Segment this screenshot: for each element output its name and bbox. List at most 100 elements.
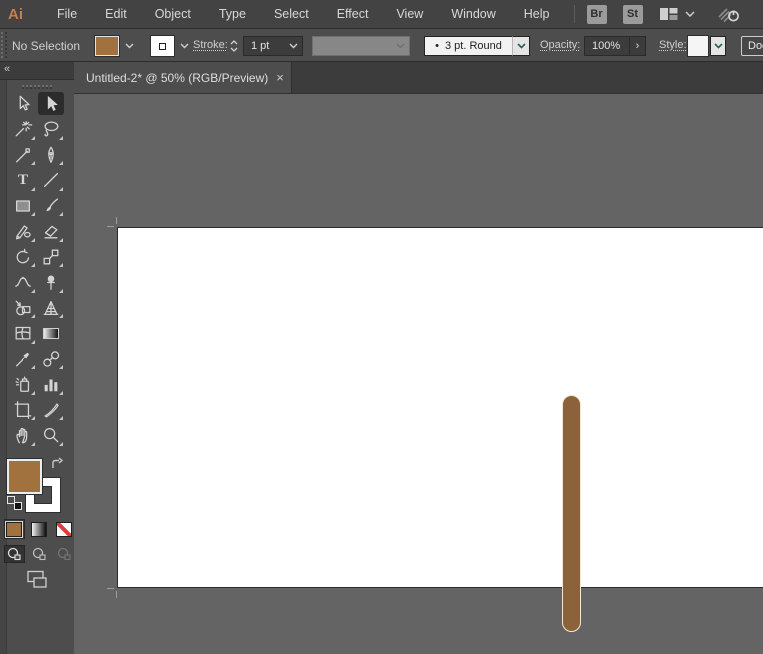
- stroke-color-swatch[interactable]: [151, 36, 174, 56]
- opacity-value: 100%: [592, 40, 620, 52]
- opacity-panel-link[interactable]: Opacity:: [540, 39, 580, 51]
- menu-object[interactable]: Object: [141, 7, 205, 21]
- document-tab-title: Untitled-2* @ 50% (RGB/Preview): [86, 71, 268, 85]
- stock-button[interactable]: St: [623, 5, 643, 24]
- menu-effect[interactable]: Effect: [323, 7, 383, 21]
- none-button[interactable]: [53, 519, 74, 539]
- curvature-tool[interactable]: [38, 143, 64, 166]
- style-panel-link[interactable]: Style:: [659, 39, 687, 51]
- tools-grid: T: [0, 91, 74, 448]
- menu-items: File Edit Object Type Select Effect View…: [43, 7, 564, 21]
- color-button[interactable]: [4, 519, 25, 539]
- brush-dot: •: [435, 40, 439, 52]
- workspace-chevron-icon[interactable]: [685, 11, 695, 17]
- default-fill-stroke-icon[interactable]: [7, 496, 22, 510]
- pen-tool[interactable]: [10, 143, 36, 166]
- zoom-tool[interactable]: [38, 424, 64, 447]
- brush-name: 3 pt. Round: [445, 40, 502, 52]
- graphic-style-chevron-icon[interactable]: [710, 36, 726, 56]
- eyedropper-tool[interactable]: [10, 347, 36, 370]
- opacity-field[interactable]: 100%: [584, 36, 630, 56]
- canvas-workspace[interactable]: [74, 94, 763, 654]
- workspace-switcher-icon[interactable]: [659, 7, 679, 21]
- column-graph-tool[interactable]: [38, 373, 64, 396]
- paint-mode-row: [0, 519, 74, 539]
- control-bar-grip[interactable]: [1, 32, 7, 58]
- menu-file[interactable]: File: [43, 7, 91, 21]
- variable-width-profile-dropdown: [312, 36, 410, 56]
- menu-view[interactable]: View: [382, 7, 437, 21]
- eraser-tool[interactable]: [38, 220, 64, 243]
- tab-close-icon[interactable]: ×: [268, 71, 284, 84]
- gradient-tool[interactable]: [38, 322, 64, 345]
- scale-tool[interactable]: [38, 245, 64, 268]
- brush-chevron-icon[interactable]: [512, 36, 530, 56]
- document-tab[interactable]: Untitled-2* @ 50% (RGB/Preview) ×: [74, 62, 292, 93]
- draw-mode-row: [0, 545, 74, 563]
- document-tab-bar: Untitled-2* @ 50% (RGB/Preview) ×: [74, 62, 763, 94]
- type-tool[interactable]: T: [10, 169, 36, 192]
- line-segment-tool[interactable]: [38, 169, 64, 192]
- symbol-sprayer-tool[interactable]: [10, 373, 36, 396]
- bridge-button[interactable]: Br: [587, 5, 607, 24]
- hand-tool[interactable]: [10, 424, 36, 447]
- gradient-tool-swatch: [43, 328, 59, 339]
- crop-mark: [107, 588, 114, 589]
- width-tool[interactable]: [10, 271, 36, 294]
- control-bar: No Selection Stroke: 1 pt • 3 pt. Round: [0, 29, 763, 62]
- fill-stroke-widget: [0, 456, 74, 518]
- tools-panel-grip[interactable]: [22, 85, 52, 89]
- gpu-performance-icon[interactable]: [717, 5, 741, 23]
- rectangle-tool[interactable]: [10, 194, 36, 217]
- stroke-weight-stepper[interactable]: [228, 36, 240, 56]
- crop-mark: [107, 226, 114, 227]
- draw-normal-button[interactable]: [4, 545, 25, 563]
- type-tool-glyph: T: [18, 172, 28, 189]
- artboard-tool[interactable]: [10, 398, 36, 421]
- illustrator-window: Ai File Edit Object Type Select Effect V…: [0, 0, 763, 654]
- draw-inside-button: [53, 545, 74, 563]
- fill-color-swatch[interactable]: [95, 36, 119, 56]
- draw-behind-button[interactable]: [29, 545, 50, 563]
- fill-color-indicator[interactable]: [7, 459, 42, 494]
- panel-dock-edge: [0, 62, 7, 654]
- shaper-tool[interactable]: [10, 220, 36, 243]
- magic-wand-tool[interactable]: [10, 118, 36, 141]
- fill-color-chevron-icon[interactable]: [122, 36, 137, 56]
- paintbrush-tool[interactable]: [38, 194, 64, 217]
- shape-builder-tool[interactable]: [10, 296, 36, 319]
- menu-type[interactable]: Type: [205, 7, 260, 21]
- brush-definition-dropdown[interactable]: • 3 pt. Round: [424, 36, 530, 56]
- graphic-style-swatch[interactable]: [688, 36, 708, 56]
- direct-selection-tool[interactable]: [38, 92, 64, 115]
- collapse-panel-button[interactable]: «: [4, 63, 9, 75]
- puppet-warp-tool[interactable]: [38, 271, 64, 294]
- menu-window[interactable]: Window: [437, 7, 509, 21]
- main-row: «: [0, 62, 763, 654]
- stroke-weight-value: 1 pt: [251, 40, 269, 52]
- drawn-brown-bar-shape[interactable]: [562, 395, 581, 632]
- selection-status: No Selection: [12, 39, 80, 53]
- crop-mark: [116, 591, 117, 598]
- selection-tool[interactable]: [10, 92, 36, 115]
- menu-help[interactable]: Help: [510, 7, 564, 21]
- lasso-tool[interactable]: [38, 118, 64, 141]
- opacity-expand-button[interactable]: ›: [630, 36, 646, 56]
- blend-tool[interactable]: [38, 347, 64, 370]
- mesh-tool[interactable]: [10, 322, 36, 345]
- document-setup-button[interactable]: Doc: [741, 36, 763, 56]
- stroke-weight-field[interactable]: 1 pt: [243, 36, 303, 56]
- menu-select[interactable]: Select: [260, 7, 323, 21]
- menu-edit[interactable]: Edit: [91, 7, 141, 21]
- perspective-grid-tool[interactable]: [38, 296, 64, 319]
- artboard[interactable]: [117, 227, 763, 588]
- change-screen-mode-button[interactable]: [24, 570, 50, 595]
- editor-area: Untitled-2* @ 50% (RGB/Preview) ×: [74, 62, 763, 654]
- gradient-button[interactable]: [29, 519, 50, 539]
- swap-fill-stroke-icon[interactable]: [51, 457, 67, 476]
- app-logo: Ai: [8, 6, 23, 23]
- stroke-panel-link[interactable]: Stroke:: [193, 39, 228, 51]
- rotate-tool[interactable]: [10, 245, 36, 268]
- slice-tool[interactable]: [38, 398, 64, 421]
- stroke-color-chevron-icon[interactable]: [177, 36, 192, 56]
